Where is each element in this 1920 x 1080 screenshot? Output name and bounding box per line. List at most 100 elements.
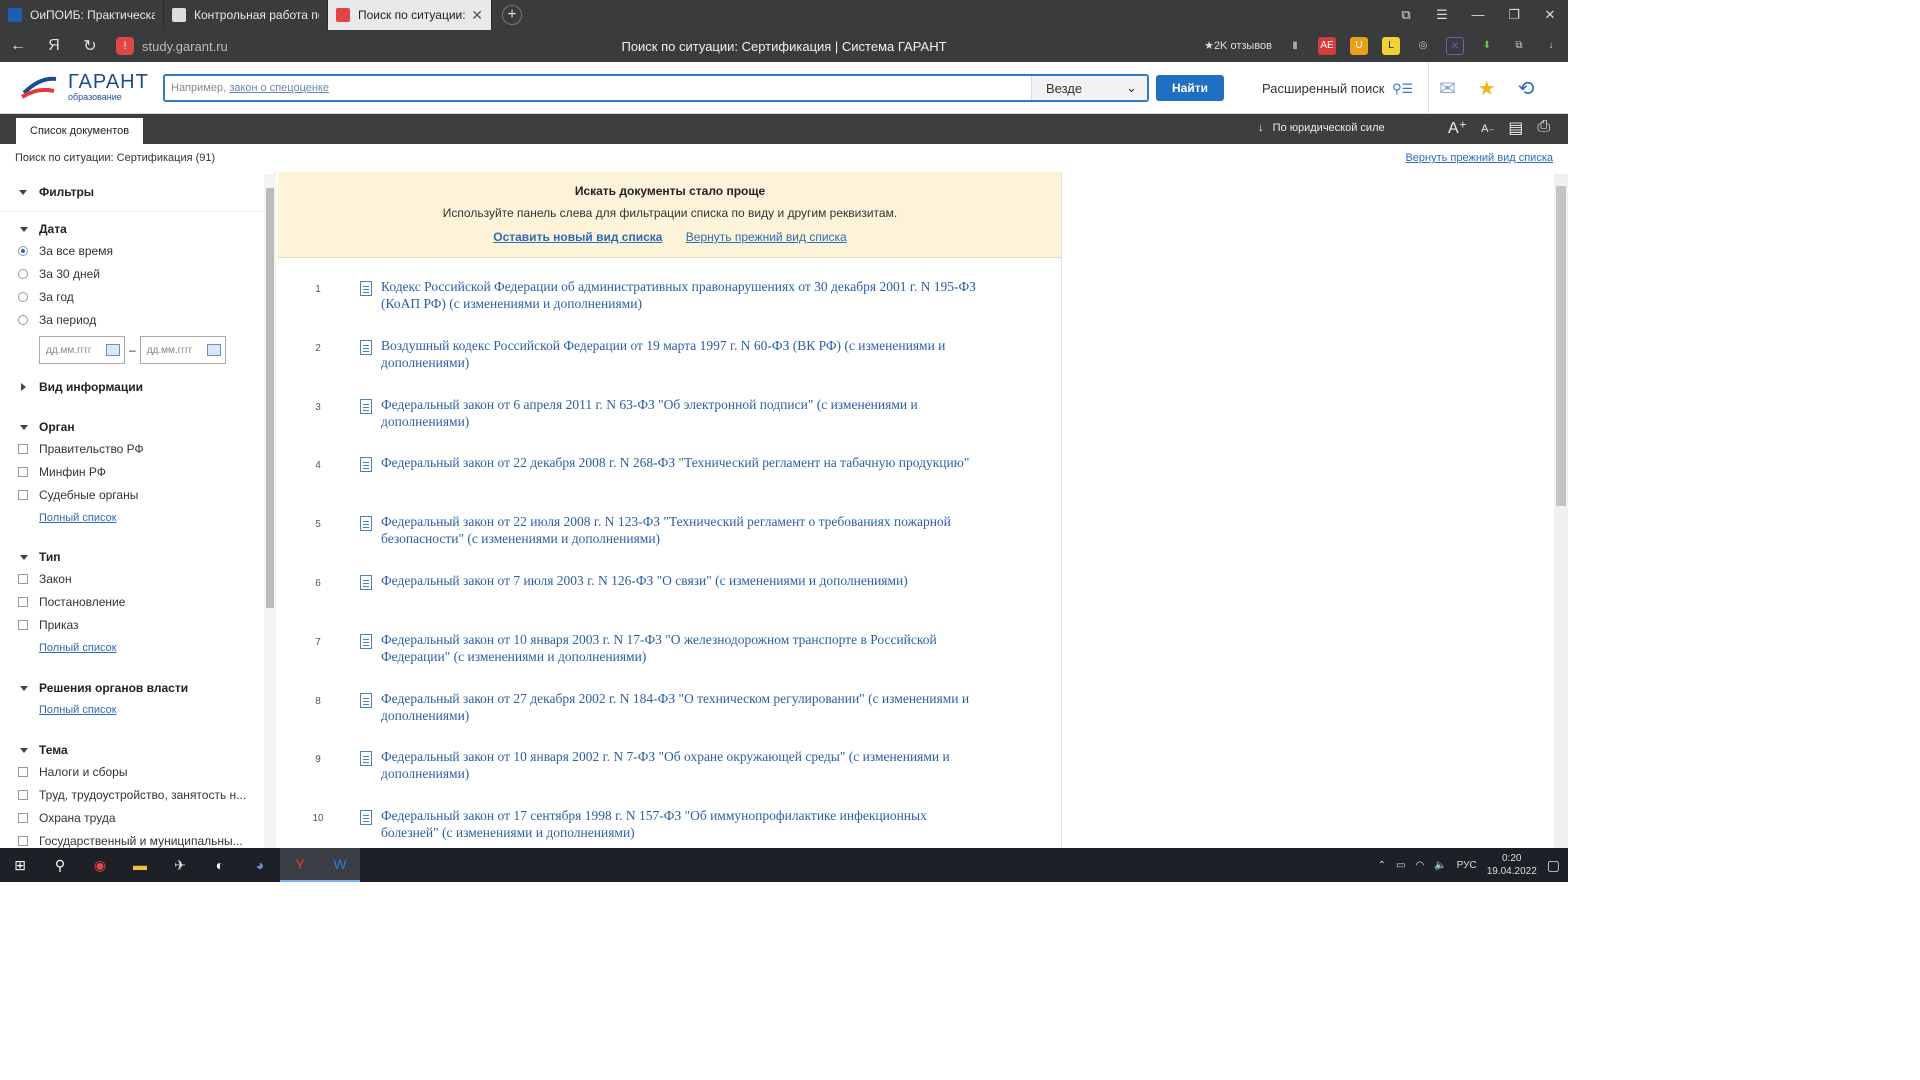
list-item[interactable]: 8 Федеральный закон от 27 декабря 2002 г.… [278,690,1061,749]
back-arrow-icon[interactable]: ← [0,37,36,55]
game-app-icon[interactable]: ✈ [160,848,200,882]
checkbox-labor[interactable]: Труд, трудоустройство, занятость н... [0,784,275,807]
checkbox-labor-safety[interactable]: Охрана труда [0,807,275,830]
shield-extension-icon[interactable]: U [1350,37,1368,55]
tablet-mode-icon[interactable]: ⧉ [1388,0,1424,30]
font-decrease-icon[interactable]: A₋ [1481,118,1494,140]
maximize-icon[interactable]: ❐ [1496,0,1532,30]
document-link[interactable]: Федеральный закон от 17 сентября 1998 г.… [381,807,981,841]
document-link[interactable]: Федеральный закон от 6 апреля 2011 г. N … [381,396,981,430]
url-text[interactable]: study.garant.ru [142,39,228,54]
search-input[interactable]: Например, закон о спецоценке Везде ⌄ [163,74,1149,102]
menu-icon[interactable]: ☰ [1424,0,1460,30]
browser-tab-3-active[interactable]: Поиск по ситуации: Се ✕ [328,0,492,30]
lightbulb-extension-icon[interactable]: ◎ [1414,37,1432,55]
checkbox-taxes[interactable]: Налоги и сборы [0,761,275,784]
browser-tab-1[interactable]: ОиПОИБ: Практическая р [0,0,164,30]
date-from-field[interactable]: дд.мм.гггг [39,336,125,364]
notifications-icon[interactable]: ▢ [1547,857,1560,874]
radio-30-days[interactable]: За 30 дней [0,263,275,286]
adblock-extension-icon[interactable]: AE [1318,37,1336,55]
list-item[interactable]: 1 Кодекс Российской Федерации об админист… [278,278,1061,337]
print-icon[interactable]: ⎙ [1537,118,1550,140]
filter-section-organ[interactable]: Орган [0,416,275,438]
collections-icon[interactable]: ⧉ [1510,37,1528,55]
type-full-list-link[interactable]: Полный список [39,642,117,654]
list-item[interactable]: 10 Федеральный закон от 17 сентября 1998 … [278,807,1061,848]
favorites-star-icon[interactable]: ★ [1478,76,1496,101]
checkbox-state-municipal[interactable]: Государственный и муниципальны... [0,830,275,848]
garant-logo[interactable]: ГАРАНТ образование [20,72,149,102]
font-increase-icon[interactable]: A⁺ [1448,118,1467,140]
organ-full-list-link[interactable]: Полный список [39,512,117,524]
checkbox-government[interactable]: Правительство РФ [0,438,275,461]
checkbox-courts[interactable]: Судебные органы [0,484,275,507]
search-example-link[interactable]: закон о спецоценке [229,82,329,94]
chevron-up-icon[interactable]: ⌃ [1378,860,1386,871]
scrollbar-thumb[interactable] [266,188,274,608]
restore-view-link[interactable]: Вернуть прежний вид списка [1405,152,1553,164]
date-to-field[interactable]: дд.мм.гггг [139,336,226,364]
calendar-icon[interactable] [106,344,120,356]
filter-section-topic[interactable]: Тема [0,739,275,761]
wifi-icon[interactable]: ◠ [1415,860,1424,871]
download-arrow-icon[interactable]: ⬇ [1478,37,1496,55]
document-link[interactable]: Федеральный закон от 7 июля 2003 г. N 12… [381,572,981,589]
yandex-icon[interactable]: Я [36,37,72,55]
bookmark-icon[interactable]: ▮ [1286,37,1304,55]
discord-icon[interactable]: ◕ [240,848,280,882]
radio-all-time[interactable]: За все время [0,240,275,263]
document-link[interactable]: Федеральный закон от 10 января 2002 г. N… [381,748,981,782]
calendar-icon[interactable] [206,344,221,356]
checkbox-law[interactable]: Закон [0,568,275,591]
lingualeo-extension-icon[interactable]: L [1382,37,1400,55]
advanced-search-link[interactable]: Расширенный поиск ⚲☰ [1262,81,1413,97]
filter-section-date[interactable]: Дата [0,218,275,240]
find-button[interactable]: Найти [1156,75,1224,101]
checkbox-minfin[interactable]: Минфин РФ [0,461,275,484]
word-icon[interactable]: W [320,848,360,882]
checkbox-resolution[interactable]: Постановление [0,591,275,614]
filters-header[interactable]: Фильтры [0,172,275,212]
radio-period[interactable]: За период [0,309,275,332]
windows-start-icon[interactable]: ⊞ [0,848,40,882]
decisions-full-list-link[interactable]: Полный список [39,704,117,716]
list-item[interactable]: 6 Федеральный закон от 7 июля 2003 г. N 1… [278,572,1061,631]
browser-tab-2[interactable]: Контрольная работа по С [164,0,328,30]
keep-new-view-link[interactable]: Оставить новый вид списка [493,230,662,244]
restore-old-view-link[interactable]: Вернуть прежний вид списка [686,230,847,244]
minimize-icon[interactable]: — [1460,0,1496,30]
close-tab-icon[interactable]: ✕ [471,7,483,24]
checkbox-order[interactable]: Приказ [0,614,275,637]
document-link[interactable]: Федеральный закон от 22 июля 2008 г. N 1… [381,513,981,547]
filter-section-type[interactable]: Тип [0,546,275,568]
sidebar-scrollbar[interactable] [264,174,276,848]
square-extension-icon[interactable]: ✕ [1446,37,1464,55]
clock[interactable]: 0:20 19.04.2022 [1487,852,1537,878]
security-warning-icon[interactable]: ! [116,37,134,55]
list-item[interactable]: 9 Федеральный закон от 10 января 2002 г. … [278,748,1061,807]
radio-year[interactable]: За год [0,286,275,309]
list-item[interactable]: 5 Федеральный закон от 22 июля 2008 г. N … [278,513,1061,572]
scrollbar-thumb[interactable] [1556,186,1566,506]
sort-selector[interactable]: ↓ По юридической силе [1258,122,1385,134]
list-item[interactable]: 2 Воздушный кодекс Российской Федерации о… [278,337,1061,396]
language-indicator[interactable]: РУС [1457,860,1477,871]
reviews-badge[interactable]: ★2K отзывов [1204,37,1272,55]
page-scrollbar[interactable] [1554,174,1568,848]
history-icon[interactable]: ⟲ [1518,76,1535,101]
document-link[interactable]: Федеральный закон от 22 декабря 2008 г. … [381,454,981,471]
filter-section-decisions[interactable]: Решения органов власти [0,677,275,699]
close-window-icon[interactable]: ✕ [1532,0,1568,30]
list-item[interactable]: 4 Федеральный закон от 22 декабря 2008 г.… [278,454,1061,513]
document-link[interactable]: Кодекс Российской Федерации об администр… [381,278,981,312]
list-item[interactable]: 7 Федеральный закон от 10 января 2003 г. … [278,631,1061,690]
filter-section-info-type[interactable]: Вид информации [0,376,275,398]
list-item[interactable]: 3 Федеральный закон от 6 апреля 2011 г. N… [278,396,1061,455]
volume-icon[interactable]: 🔈 [1434,860,1446,871]
tab-document-list[interactable]: Список документов [16,118,144,144]
new-tab-button[interactable]: + [502,5,522,25]
battery-icon[interactable]: ▭ [1396,860,1405,871]
scope-select[interactable]: Везде ⌄ [1031,76,1147,100]
mail-icon[interactable]: ✉ [1439,76,1456,101]
